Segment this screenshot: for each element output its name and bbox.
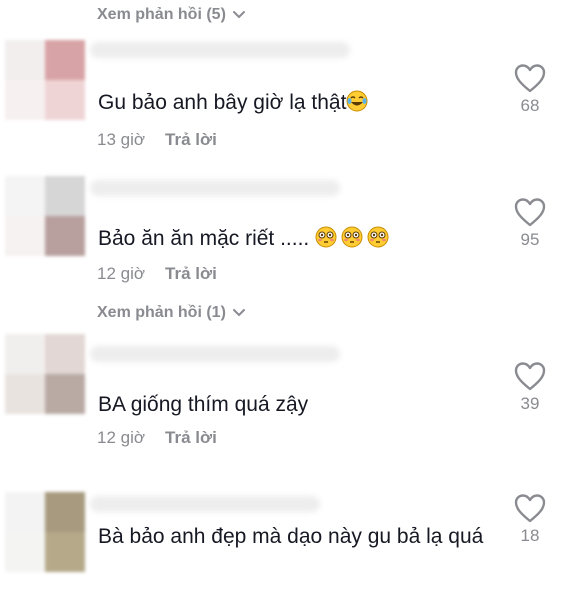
- avatar[interactable]: [5, 176, 85, 256]
- reply-button[interactable]: Trả lời: [165, 428, 217, 448]
- heart-outline-icon: [514, 64, 546, 93]
- laughing-crying-emoji: [346, 90, 368, 112]
- like-button[interactable]: 39: [500, 360, 560, 414]
- flushed-face-emoji: [341, 226, 363, 248]
- chevron-down-icon: [232, 11, 245, 19]
- flushed-face-emoji: [315, 226, 337, 248]
- flushed-face-emoji: [367, 226, 389, 248]
- view-replies-button-2[interactable]: Xem phản hồi (1): [97, 304, 246, 322]
- like-count: 68: [520, 96, 540, 115]
- timestamp: 12 giờ: [97, 264, 146, 283]
- like-button[interactable]: 95: [500, 196, 560, 250]
- view-replies-label: Xem phản hồi (5): [97, 6, 226, 23]
- view-replies-button-1[interactable]: Xem phản hồi (5): [97, 6, 246, 24]
- comment-text: Bà bảo anh đẹp mà dạo này gu bả lạ quá: [98, 525, 484, 548]
- like-count: 18: [520, 526, 540, 545]
- username-blurred: [90, 180, 340, 196]
- heart-outline-icon: [514, 362, 546, 391]
- like-button[interactable]: 18: [500, 492, 560, 546]
- comment-text: BA giống thím quá zậy: [98, 393, 309, 416]
- username-blurred: [90, 496, 320, 512]
- heart-outline-icon: [514, 198, 546, 227]
- comment-meta: 12 giờ Trả lời: [97, 428, 217, 448]
- avatar[interactable]: [5, 40, 85, 120]
- username-blurred: [90, 42, 350, 58]
- like-button[interactable]: 68: [500, 62, 560, 116]
- comment-text: Gu bảo anh bây giờ lạ thật: [98, 88, 368, 118]
- heart-outline-icon: [514, 494, 546, 523]
- like-count: 39: [520, 394, 540, 413]
- avatar[interactable]: [5, 334, 85, 414]
- view-replies-label: Xem phản hồi (1): [97, 304, 226, 321]
- timestamp: 12 giờ: [97, 428, 146, 447]
- reply-button[interactable]: Trả lời: [165, 130, 217, 150]
- timestamp: 13 giờ: [97, 130, 146, 149]
- reply-button[interactable]: Trả lời: [165, 264, 217, 284]
- username-blurred: [90, 346, 340, 362]
- avatar[interactable]: [5, 492, 85, 572]
- like-count: 95: [520, 230, 540, 249]
- chevron-down-icon: [232, 309, 245, 317]
- comment-meta: 12 giờ Trả lời: [97, 264, 217, 284]
- comment-meta: 13 giờ Trả lời: [97, 130, 217, 150]
- comment-text: Bảo ăn ăn mặc riết .....: [98, 224, 389, 254]
